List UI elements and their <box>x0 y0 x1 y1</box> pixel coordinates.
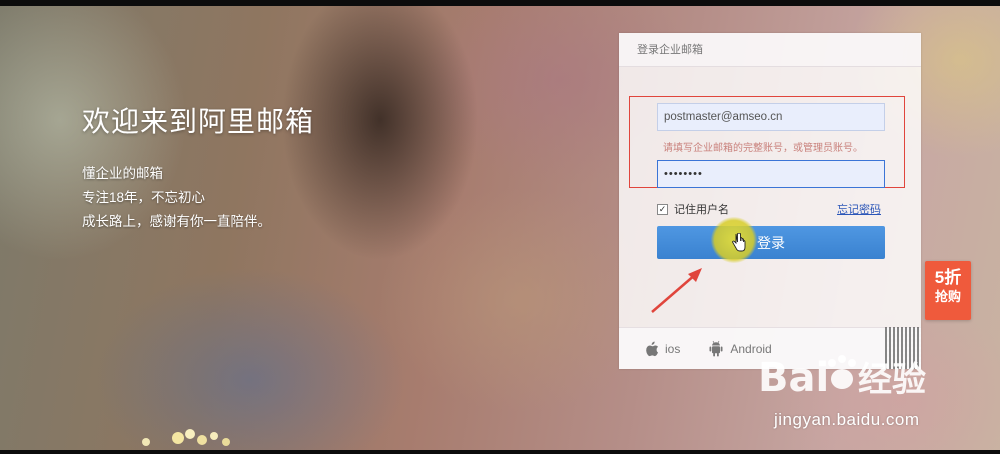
forgot-password-link[interactable]: 忘记密码 <box>837 201 881 217</box>
remember-checkbox[interactable]: ✓ <box>657 203 668 215</box>
ios-label: ios <box>665 341 681 356</box>
decorative-flowers-icon <box>142 429 230 446</box>
login-panel-title: 登录企业邮箱 <box>619 33 921 67</box>
tagline-3: 成长路上，感谢有你一直陪伴。 <box>82 214 271 229</box>
username-input[interactable] <box>657 103 885 131</box>
promo-rush: 抢购 <box>934 289 961 304</box>
top-letterbox <box>0 0 1000 6</box>
android-icon <box>709 340 723 357</box>
tagline-1: 懂企业的邮箱 <box>82 166 163 181</box>
hand-cursor-icon <box>732 233 746 252</box>
tagline-2: 专注18年，不忘初心 <box>82 190 206 205</box>
apple-icon <box>646 341 659 356</box>
password-input[interactable] <box>657 160 885 188</box>
remember-username[interactable]: ✓ 记住用户名 <box>657 201 729 217</box>
login-button[interactable]: 登录 <box>657 226 885 259</box>
remember-label: 记住用户名 <box>674 204 729 216</box>
welcome-title: 欢迎来到阿里邮箱 <box>82 106 315 137</box>
login-panel: 登录企业邮箱 请填写企业邮箱的完整账号，或管理员账号。 ✓ 记住用户名 忘记密码… <box>619 33 921 369</box>
ios-app-link[interactable]: ios <box>645 341 680 357</box>
watermark-url: jingyan.baidu.com <box>774 410 920 429</box>
svg-text:经验: 经验 <box>858 360 926 400</box>
annotation-arrow-icon <box>651 268 702 313</box>
promo-discount: 5折 <box>934 268 962 287</box>
baidu-jingyan-watermark-icon: Bai 经验 <box>758 355 926 401</box>
promo-badge[interactable]: 5折 抢购 <box>925 261 971 320</box>
svg-text:Bai: Bai <box>758 355 829 401</box>
username-hint: 请填写企业邮箱的完整账号，或管理员账号。 <box>663 143 863 154</box>
